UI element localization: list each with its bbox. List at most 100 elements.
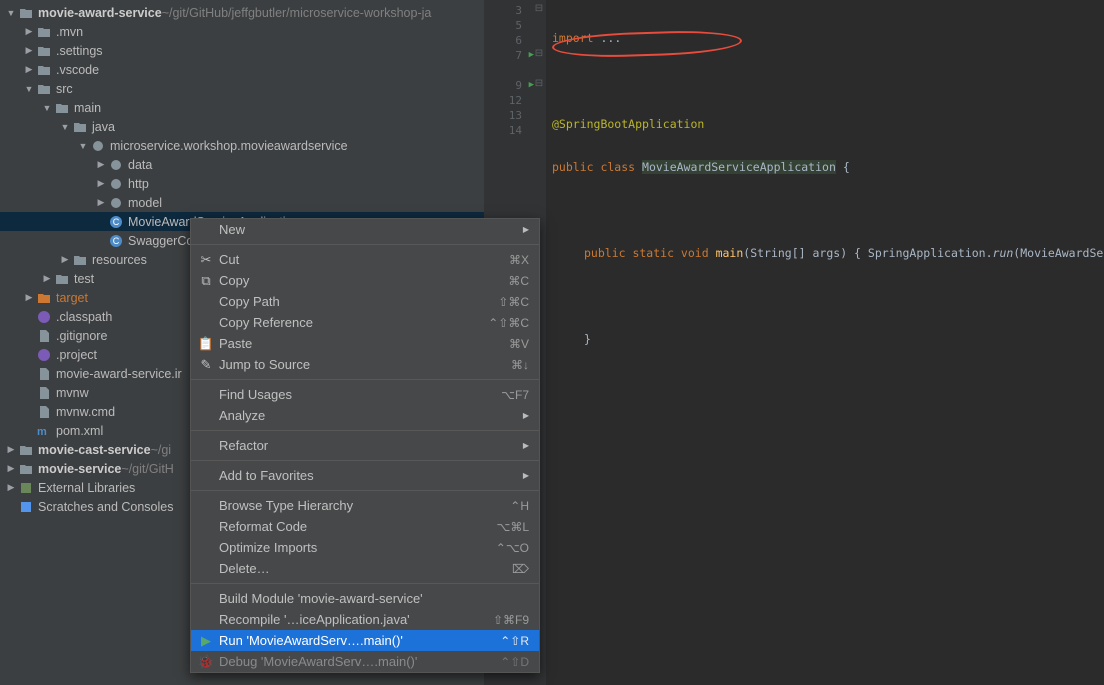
chevron-icon[interactable]: ▼ (40, 103, 54, 113)
menu-item[interactable]: Add to Favorites (191, 465, 539, 486)
folder-dot-icon (36, 62, 52, 78)
context-menu[interactable]: New✂Cut⌘X⧉Copy⌘CCopy Path⇧⌘CCopy Referen… (190, 218, 540, 673)
menu-item[interactable]: Browse Type Hierarchy⌃H (191, 495, 539, 516)
menu-shortcut: ⌃⇧D (500, 655, 529, 669)
chevron-icon[interactable]: ▶ (22, 292, 36, 303)
menu-label: Copy Reference (215, 315, 488, 330)
tree-node[interactable]: ▶.vscode (0, 60, 484, 79)
tree-node[interactable]: ▶http (0, 174, 484, 193)
class-name: MovieAwardServiceApplication (642, 160, 836, 174)
fold-mark[interactable] (532, 18, 546, 33)
menu-item[interactable]: Optimize Imports⌃⌥O (191, 537, 539, 558)
menu-item[interactable]: 🐞Debug 'MovieAwardServ….main()'⌃⇧D (191, 651, 539, 672)
menu-item[interactable]: 📋Paste⌘V (191, 333, 539, 354)
menu-item[interactable]: Recompile '…iceApplication.java'⇧⌘F9 (191, 609, 539, 630)
menu-item[interactable]: ▶Run 'MovieAwardServ….main()'⌃⇧R (191, 630, 539, 651)
menu-shortcut: ⌃⌥O (496, 541, 529, 555)
tree-path: ~/git/GitHub/jeffgbutler/microservice-wo… (162, 6, 432, 20)
menu-shortcut: ⌃H (510, 499, 529, 513)
chevron-icon[interactable]: ▶ (94, 178, 108, 189)
chevron-icon[interactable]: ▶ (94, 159, 108, 170)
menu-item[interactable]: ✎Jump to Source⌘↓ (191, 354, 539, 375)
chevron-icon[interactable]: ▶ (22, 45, 36, 56)
jump-icon: ✎ (197, 357, 215, 373)
chevron-icon[interactable]: ▶ (22, 26, 36, 37)
class-icon: C (108, 233, 124, 249)
keyword: import (552, 31, 600, 45)
chevron-icon[interactable]: ▶ (94, 197, 108, 208)
lib-icon (18, 480, 34, 496)
menu-label: Delete… (215, 561, 512, 576)
chevron-icon[interactable]: ▶ (4, 463, 18, 474)
tree-node[interactable]: ▼src (0, 79, 484, 98)
menu-item[interactable]: Copy Reference⌃⇧⌘C (191, 312, 539, 333)
fold-mark[interactable]: ⊟ (532, 3, 546, 18)
fold-mark[interactable]: ⊟ (532, 48, 546, 63)
code-area[interactable]: import ... @SpringBootApplication public… (546, 0, 1104, 685)
tree-label: movie-service (38, 462, 121, 476)
tree-node[interactable]: ▼microservice.workshop.movieawardservice (0, 136, 484, 155)
svg-text:C: C (113, 217, 120, 227)
chevron-icon[interactable]: ▼ (76, 141, 90, 151)
file-icon (36, 366, 52, 382)
tree-label: mvnw.cmd (56, 405, 115, 419)
menu-item[interactable]: ⧉Copy⌘C (191, 270, 539, 291)
folder-icon (18, 5, 34, 21)
menu-shortcut: ⌘X (509, 253, 529, 267)
tree-label: movie-cast-service (38, 443, 151, 457)
package-icon (108, 157, 124, 173)
chevron-icon[interactable]: ▼ (58, 122, 72, 132)
tree-node[interactable]: ▶.settings (0, 41, 484, 60)
copy-icon: ⧉ (197, 273, 215, 289)
menu-label: Browse Type Hierarchy (215, 498, 510, 513)
folder-orange-icon (36, 290, 52, 306)
menu-item[interactable]: Refactor (191, 435, 539, 456)
chevron-icon[interactable]: ▶ (22, 64, 36, 75)
menu-separator (191, 583, 539, 584)
fold-mark[interactable] (532, 33, 546, 48)
fold-mark[interactable] (532, 63, 546, 78)
chevron-icon[interactable]: ▶ (40, 273, 54, 284)
menu-item[interactable]: Delete…⌦ (191, 558, 539, 579)
tree-node[interactable]: ▶model (0, 193, 484, 212)
folder-src-icon (36, 81, 52, 97)
line-number: 7 (484, 48, 532, 63)
fold-mark[interactable] (532, 93, 546, 108)
code-editor[interactable]: 35679121314 ⊟⊟⊟ import ... @SpringBootAp… (484, 0, 1104, 685)
brace: } (584, 332, 591, 346)
tree-node[interactable]: ▶.mvn (0, 22, 484, 41)
chevron-icon[interactable]: ▼ (4, 8, 18, 18)
chevron-icon[interactable]: ▼ (22, 84, 36, 94)
tree-path: ~/gi (151, 443, 172, 457)
line-number: 9 (484, 78, 532, 93)
line-number: 14 (484, 123, 532, 138)
menu-label: Refactor (215, 438, 515, 453)
menu-label: Paste (215, 336, 509, 351)
tree-node[interactable]: ▶ data (0, 155, 484, 174)
debug-icon: 🐞 (197, 654, 215, 670)
chevron-icon[interactable]: ▶ (58, 254, 72, 265)
menu-shortcut: ⌘V (509, 337, 529, 351)
line-number: 6 (484, 33, 532, 48)
fold-mark[interactable] (532, 108, 546, 123)
menu-item[interactable]: ✂Cut⌘X (191, 249, 539, 270)
menu-item[interactable]: Reformat Code⌥⌘L (191, 516, 539, 537)
menu-item[interactable]: Copy Path⇧⌘C (191, 291, 539, 312)
tree-node[interactable]: ▼movie-award-service ~/git/GitHub/jeffgb… (0, 3, 484, 22)
tree-label: Scratches and Consoles (38, 500, 174, 514)
maven-icon: m (36, 423, 52, 439)
fold-mark[interactable] (532, 123, 546, 138)
tree-node[interactable]: ▼java (0, 117, 484, 136)
menu-item[interactable]: Analyze (191, 405, 539, 426)
menu-item[interactable]: New (191, 219, 539, 240)
tree-label: data (128, 158, 152, 172)
menu-item[interactable]: Find Usages⌥F7 (191, 384, 539, 405)
menu-label: Recompile '…iceApplication.java' (215, 612, 493, 627)
menu-shortcut: ⇧⌘F9 (493, 613, 529, 627)
menu-label: Reformat Code (215, 519, 496, 534)
menu-item[interactable]: Build Module 'movie-award-service' (191, 588, 539, 609)
tree-node[interactable]: ▼main (0, 98, 484, 117)
fold-mark[interactable]: ⊟ (532, 78, 546, 93)
chevron-icon[interactable]: ▶ (4, 444, 18, 455)
chevron-icon[interactable]: ▶ (4, 482, 18, 493)
